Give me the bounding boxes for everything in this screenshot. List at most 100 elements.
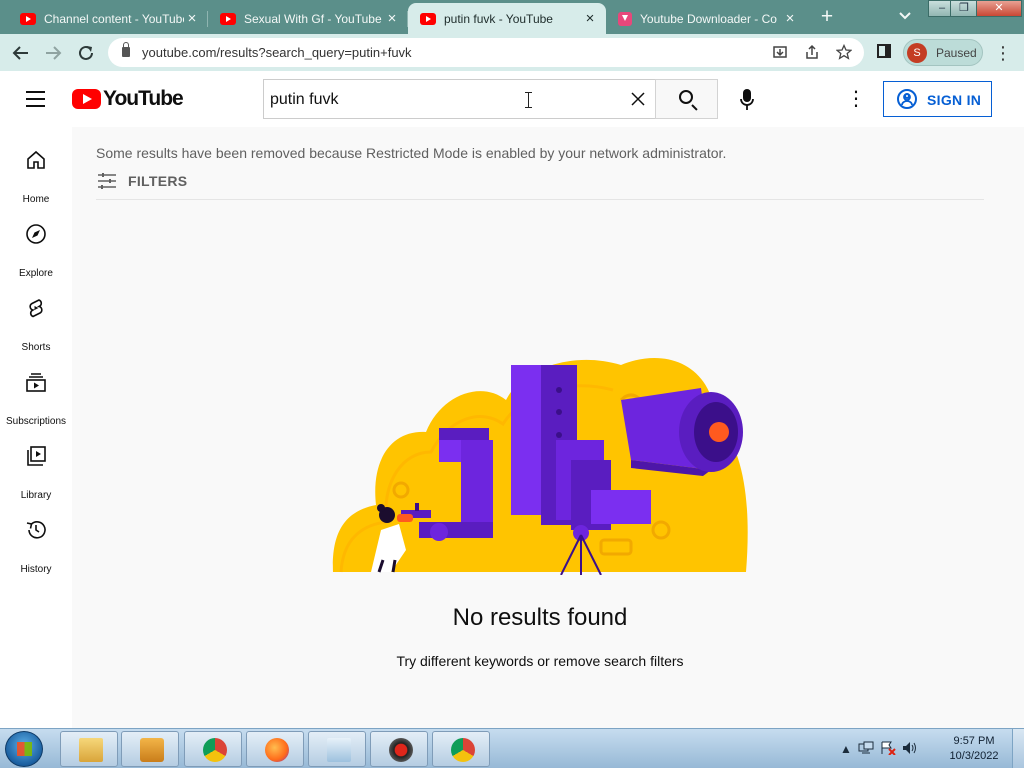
restricted-mode-notice: Some results have been removed because R… (96, 145, 727, 161)
guide-label: Library (20, 490, 52, 501)
guide-label: Subscriptions (5, 416, 67, 427)
clock-time: 9:57 PM (953, 735, 995, 747)
avatar: S (907, 43, 927, 63)
download-icon (618, 11, 632, 26)
taskbar-chrome-profile[interactable] (432, 731, 490, 767)
search-query-text[interactable]: putin fuvk (270, 91, 338, 109)
filter-sliders-icon (96, 172, 118, 190)
youtube-header: YouTube putin fuvk ⋮ SIGN IN (0, 71, 1024, 127)
lock-icon[interactable] (122, 42, 130, 57)
search-button[interactable] (655, 79, 718, 119)
search-input[interactable]: putin fuvk (263, 79, 656, 119)
taskbar-chrome[interactable] (184, 731, 242, 767)
chrome-icon (203, 738, 227, 762)
chrome-menu-icon[interactable]: ⋮ (994, 42, 1012, 64)
show-desktop-button[interactable] (1012, 729, 1024, 768)
tab-youtube-downloader[interactable]: Youtube Downloader - Co × (606, 3, 806, 34)
library-icon (25, 445, 47, 467)
divider (96, 199, 984, 200)
taskbar-clock[interactable]: 9:57 PM 10/3/2022 (946, 734, 1002, 764)
install-app-icon[interactable] (771, 43, 789, 61)
taskbar-media-player[interactable] (121, 731, 179, 767)
taskbar-recorder[interactable] (370, 731, 428, 767)
guide-label: Explore (19, 268, 53, 279)
home-icon (25, 149, 47, 171)
settings-menu-icon[interactable]: ⋮ (846, 88, 866, 110)
filters-label: FILTERS (128, 173, 188, 189)
restore-button[interactable]: ❐ (950, 0, 978, 17)
close-icon[interactable]: × (384, 10, 400, 27)
clock-date: 10/3/2022 (949, 750, 999, 762)
media-player-icon (140, 738, 164, 762)
tab-putin-search[interactable]: putin fuvk - YouTube × (408, 3, 606, 34)
sign-in-button[interactable]: SIGN IN (883, 81, 992, 117)
tab-search-chevron-icon[interactable] (896, 8, 914, 26)
action-center-warning-icon[interactable] (880, 741, 896, 758)
history-icon (25, 519, 47, 541)
filters-button[interactable]: FILTERS (96, 170, 187, 192)
profile-button[interactable]: S Paused (903, 39, 983, 66)
network-icon[interactable] (858, 741, 874, 758)
guide-item-home[interactable]: Home (0, 143, 72, 211)
hamburger-menu-icon[interactable] (26, 91, 45, 107)
logo-text: YouTube (103, 87, 184, 110)
tab-sexual-with-gf[interactable]: Sexual With Gf - YouTube × (208, 3, 408, 34)
recorder-icon (389, 738, 413, 762)
sign-in-label: SIGN IN (927, 92, 982, 108)
taskbar-firefox[interactable] (246, 731, 304, 767)
taskbar-notepad[interactable] (308, 731, 366, 767)
guide-item-history[interactable]: History (0, 513, 72, 581)
close-icon[interactable]: × (782, 10, 798, 27)
profile-status: Paused (936, 46, 977, 60)
guide-item-subscriptions[interactable]: Subscriptions (0, 365, 72, 433)
firefox-icon (265, 738, 289, 762)
youtube-icon (420, 12, 436, 25)
tab-title: Sexual With Gf - YouTube (244, 11, 382, 26)
system-tray: ▲ (840, 737, 918, 761)
tab-channel-content[interactable]: Channel content - YouTube × (8, 3, 208, 34)
guide-item-shorts[interactable]: Shorts (0, 291, 72, 359)
microphone-icon[interactable] (740, 89, 754, 111)
window-close-button[interactable]: ✕ (976, 0, 1022, 17)
explorer-icon (79, 738, 103, 762)
shorts-icon (25, 297, 47, 319)
share-icon[interactable] (803, 43, 821, 61)
no-results-hint: Try different keywords or remove search … (396, 653, 684, 669)
side-panel-icon[interactable] (877, 44, 891, 58)
compass-icon (25, 223, 47, 245)
tab-title: Youtube Downloader - Co (640, 11, 777, 26)
tab-title: Channel content - YouTube (44, 11, 184, 26)
clear-search-icon[interactable] (628, 89, 648, 109)
tray-expand-icon[interactable]: ▲ (840, 742, 852, 756)
address-bar[interactable]: youtube.com/results?search_query=putin+f… (108, 38, 864, 67)
start-button[interactable] (5, 731, 43, 767)
close-icon[interactable]: × (184, 10, 200, 27)
youtube-icon (20, 12, 36, 25)
youtube-logo[interactable]: YouTube (72, 87, 184, 110)
back-button[interactable] (8, 40, 34, 66)
new-tab-button[interactable]: + (816, 6, 838, 28)
no-results-illustration (331, 340, 751, 576)
guide-item-explore[interactable]: Explore (0, 217, 72, 285)
url-text[interactable]: youtube.com/results?search_query=putin+f… (142, 45, 412, 60)
text-cursor-icon (525, 92, 532, 108)
guide-item-library[interactable]: Library (0, 439, 72, 507)
close-icon[interactable]: × (582, 10, 598, 27)
guide-sidebar: Home Explore Shorts Subscriptions Librar… (0, 127, 72, 728)
notepad-icon (327, 738, 351, 762)
chrome-profile-icon (451, 738, 475, 762)
bookmark-star-icon[interactable] (835, 43, 853, 61)
taskbar-explorer[interactable] (60, 731, 118, 767)
subscriptions-icon (25, 371, 47, 393)
tab-title: putin fuvk - YouTube (444, 11, 553, 26)
guide-label: Home (22, 194, 50, 205)
no-results-title: No results found (452, 604, 628, 631)
volume-icon[interactable] (902, 741, 918, 758)
account-icon (897, 89, 917, 109)
youtube-icon (220, 12, 236, 25)
browser-toolbar: youtube.com/results?search_query=putin+f… (0, 34, 1024, 71)
reload-button[interactable] (73, 40, 99, 66)
browser-tab-strip: Channel content - YouTube × Sexual With … (0, 0, 1024, 34)
search-icon (679, 90, 693, 104)
forward-button[interactable] (40, 40, 66, 66)
